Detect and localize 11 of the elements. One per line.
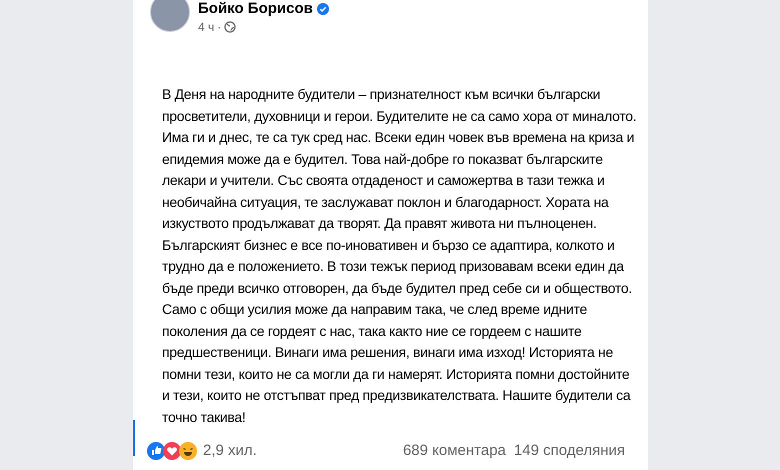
comments-count[interactable]: 689 коментара [402,440,506,462]
author-name[interactable]: Бойко Борисов [198,0,313,18]
separator-dot: · [217,19,222,36]
post-time[interactable]: 4 ч [198,18,214,36]
avatar[interactable] [150,0,190,32]
like-reaction-icon [147,442,165,460]
heart-reaction-icon [163,442,181,460]
shares-count[interactable]: 149 споделяния [514,440,625,462]
post-text: В Деня на народните будители – признателност към всички български просветители, духовници и герои. Будителите не са само хора от миналото. Има ги и днес, те са тук сред нас. Всеки един човек във времена на криза и епидемия може да е будител. Това най-добре го показват българските лекари и учители. Със своята отдаденост и саможертва в тази тежка и необичайна ситуация, те заслужават поклон и благодарност. Хората на изкуството продължават да творят. Да правят живота ни пълноценен. Българският бизнес е все по-иновативен и бързо се адаптира, колкото и трудно да е положението. В този тежък период призовавам всеки един да бъде преди всичко отговорен, да бъде будител пред себе си и обществото. Само с общи усилия може да направим така, че след време идните поколения да се гордеят с нас, така както ние се гордеем с нашите предшественици. Винаги има решения, винаги има изход! Историята не помни тези, които не са могли да ги намерят. Историята помни достойните и тези, които не отстъпват пред предизвикателствата. Нашите будители са точно такива! [162,85,637,426]
laughing-reaction-icon [179,442,197,460]
reactions-count[interactable]: 2,9 хил. [203,440,257,462]
